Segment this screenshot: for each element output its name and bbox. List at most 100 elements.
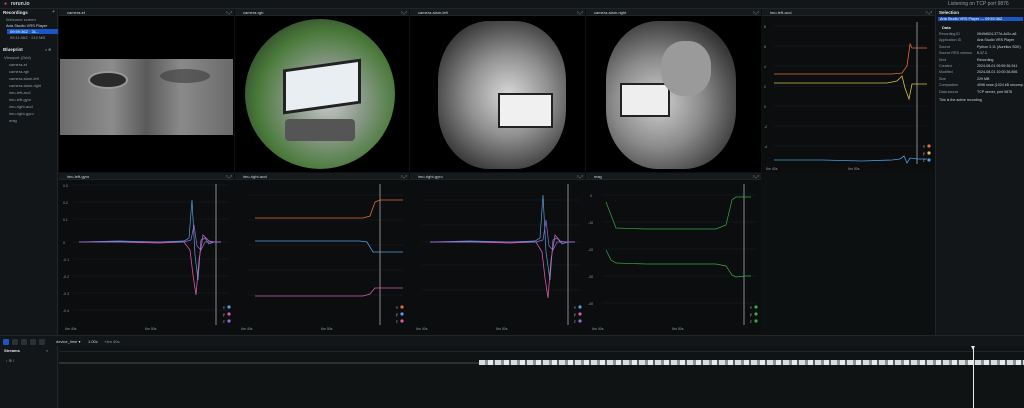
view-camera-et[interactable]: camera-et ? ⤢ bbox=[59, 9, 234, 172]
maximize-icon[interactable]: ? ⤢ bbox=[400, 9, 407, 16]
view-header: imu-right-gyro ? ⤢ bbox=[410, 173, 585, 180]
data-section-header[interactable]: Data bbox=[942, 25, 951, 30]
add-recording-icon[interactable]: + bbox=[52, 9, 55, 15]
blueprint-item[interactable]: camera-slam-right bbox=[9, 83, 41, 88]
view-title: imu-right-gyro bbox=[418, 174, 443, 179]
maximize-icon[interactable]: ? ⤢ bbox=[925, 9, 932, 16]
maximize-icon[interactable]: ? ⤢ bbox=[752, 9, 759, 16]
legend-y-dot bbox=[227, 312, 231, 316]
time-cursor-handle[interactable] bbox=[971, 346, 975, 350]
play-icon[interactable] bbox=[3, 339, 9, 345]
legend-z-dot bbox=[578, 319, 582, 323]
legend-z-label: z bbox=[923, 159, 925, 163]
maximize-icon[interactable]: ? ⤢ bbox=[576, 173, 583, 180]
maximize-icon[interactable]: ? ⤢ bbox=[400, 173, 407, 180]
legend-z-dot bbox=[400, 319, 404, 323]
maximize-icon[interactable]: ? ⤢ bbox=[225, 173, 232, 180]
blueprint-item[interactable]: camera-rgb bbox=[9, 69, 29, 74]
maximize-icon[interactable]: ? ⤢ bbox=[576, 9, 583, 16]
recording-welcome[interactable]: Welcome screen bbox=[6, 17, 56, 22]
series-z-line bbox=[774, 155, 927, 164]
timeline-selector[interactable]: device_time ▾ bbox=[56, 339, 80, 344]
legend-z-label: z bbox=[750, 320, 752, 324]
y-tick: -0.2 bbox=[63, 275, 69, 279]
legend-z-dot bbox=[927, 158, 931, 162]
mag-chart: 0 -10 -20 -30 -40 6m 40s 6m 50s x y z bbox=[588, 184, 758, 331]
slam-right-image bbox=[606, 21, 736, 169]
view-imu-right-gyro[interactable]: imu-right-gyro ? ⤢ x y z 6m 40s 6m 50s bbox=[410, 173, 585, 334]
blueprint-item[interactable]: imu-right-gyro bbox=[9, 111, 34, 116]
legend-y-label: y bbox=[223, 313, 225, 317]
selected-recording[interactable]: Aria Studio VRS Player — 09:59:36Z bbox=[938, 17, 1023, 21]
view-header: camera-et ? ⤢ bbox=[59, 9, 234, 16]
active-recording-note: This is the active recording bbox=[939, 98, 982, 102]
blueprint-item[interactable]: mag bbox=[9, 118, 17, 123]
y-tick: 0.1 bbox=[63, 218, 68, 222]
pause-icon[interactable] bbox=[12, 339, 18, 345]
current-time[interactable]: +4m 40s bbox=[104, 339, 119, 344]
legend-z-dot bbox=[227, 319, 231, 323]
view-imu-left-gyro[interactable]: imu-left-gyro ? ⤢ 0.3 0.2 0.1 0 -0.1 -0.2… bbox=[59, 173, 234, 334]
loop-icon[interactable] bbox=[39, 339, 45, 345]
close-dot-icon[interactable]: ● bbox=[4, 1, 7, 7]
legend-y-label: y bbox=[923, 152, 925, 156]
view-camera-rgb[interactable]: camera-rgb ? ⤢ bbox=[235, 9, 409, 172]
x-tick: 6m 40s bbox=[592, 327, 604, 331]
time-ruler bbox=[59, 351, 1024, 352]
mag-upper-line bbox=[605, 196, 751, 230]
stream-root-label: / bbox=[12, 358, 15, 363]
timeline-panel: device_time ▾ 1.00x +4m 40s Streams ⌕ › … bbox=[0, 335, 1024, 408]
view-camera-slam-right[interactable]: camera-slam-right ? ⤢ bbox=[586, 9, 761, 172]
blueprint-item[interactable]: imu-right-accl bbox=[9, 104, 33, 109]
legend-x-label: x bbox=[223, 306, 225, 310]
y-tick: 0.3 bbox=[63, 184, 68, 188]
y-tick: 4 bbox=[764, 65, 766, 69]
recording-app[interactable]: Aria Studio VRS Player bbox=[6, 23, 56, 28]
y-tick: -40 bbox=[588, 302, 593, 306]
data-density-track[interactable] bbox=[479, 360, 1024, 365]
slam-left-image bbox=[438, 21, 566, 169]
blueprint-header: Blueprint bbox=[3, 47, 23, 52]
view-header: mag ? ⤢ bbox=[586, 173, 761, 180]
legend-x-dot bbox=[578, 305, 582, 309]
laptop-screen bbox=[620, 83, 670, 117]
blueprint-viewport[interactable]: Viewport (Grid) bbox=[4, 55, 31, 60]
legend-y-dot bbox=[754, 312, 758, 316]
blueprint-item[interactable]: imu-left-accl bbox=[9, 90, 31, 95]
y-tick: -30 bbox=[588, 275, 593, 279]
laptop-screen bbox=[283, 58, 361, 115]
time-cursor[interactable] bbox=[973, 348, 974, 408]
stream-root[interactable]: › ⊕ / bbox=[6, 358, 14, 363]
view-camera-slam-left[interactable]: camera-slam-left ? ⤢ bbox=[410, 9, 585, 172]
time-axis-area[interactable] bbox=[59, 346, 1024, 408]
recording-active[interactable]: 09:59:36Z · 31... bbox=[7, 29, 58, 34]
property-row: Data source TCP server, port 9876 bbox=[939, 89, 1024, 95]
x-tick: 6m 50s bbox=[321, 327, 333, 331]
gyro-right-chart: x y z 6m 40s 6m 50s bbox=[416, 184, 582, 331]
maximize-icon[interactable]: ? ⤢ bbox=[225, 9, 232, 16]
y-tick: -0.1 bbox=[63, 258, 69, 262]
view-imu-left-accl[interactable]: imu-left-accl ? ⤢ 8 6 4 2 0 -2 -4 6m 40s … bbox=[762, 9, 934, 172]
y-tick: 2 bbox=[764, 85, 766, 89]
step-back-icon[interactable] bbox=[21, 339, 27, 345]
blueprint-item[interactable]: camera-slam-left bbox=[9, 76, 39, 81]
properties-list: Recording ID 0649d524-377d-4d2c-a8 Applic… bbox=[939, 31, 1024, 95]
property-value: TCP server, port 9876 bbox=[977, 89, 1013, 94]
view-title: mag bbox=[594, 174, 602, 179]
legend-x-label: x bbox=[396, 306, 398, 310]
playback-speed[interactable]: 1.00x bbox=[88, 339, 98, 344]
streams-search-icon[interactable]: ⌕ bbox=[46, 348, 48, 353]
view-title: camera-et bbox=[67, 10, 86, 15]
view-mag[interactable]: mag ? ⤢ 0 -10 -20 -30 -40 6m 40s 6m 50s x… bbox=[586, 173, 761, 334]
maximize-icon[interactable]: ? ⤢ bbox=[752, 173, 759, 180]
blueprint-item[interactable]: imu-left-gyro bbox=[9, 97, 31, 102]
legend-x-label: x bbox=[750, 306, 752, 310]
legend-x-label: x bbox=[923, 145, 925, 149]
accl-left-chart: 8 6 4 2 0 -2 -4 6m 40s 6m 50s x y z bbox=[764, 22, 931, 171]
step-forward-icon[interactable] bbox=[30, 339, 36, 345]
recording-secondary[interactable]: 09:11:06Z · 210 MB bbox=[10, 35, 57, 40]
view-imu-right-accl[interactable]: imu-right-accl ? ⤢ x y z 6m 40s 6m 50s bbox=[235, 173, 409, 334]
view-header: camera-slam-left ? ⤢ bbox=[410, 9, 585, 16]
blueprint-search-icon[interactable]: ⌕ ⊕ bbox=[45, 47, 51, 52]
blueprint-item[interactable]: camera-et bbox=[9, 62, 27, 67]
